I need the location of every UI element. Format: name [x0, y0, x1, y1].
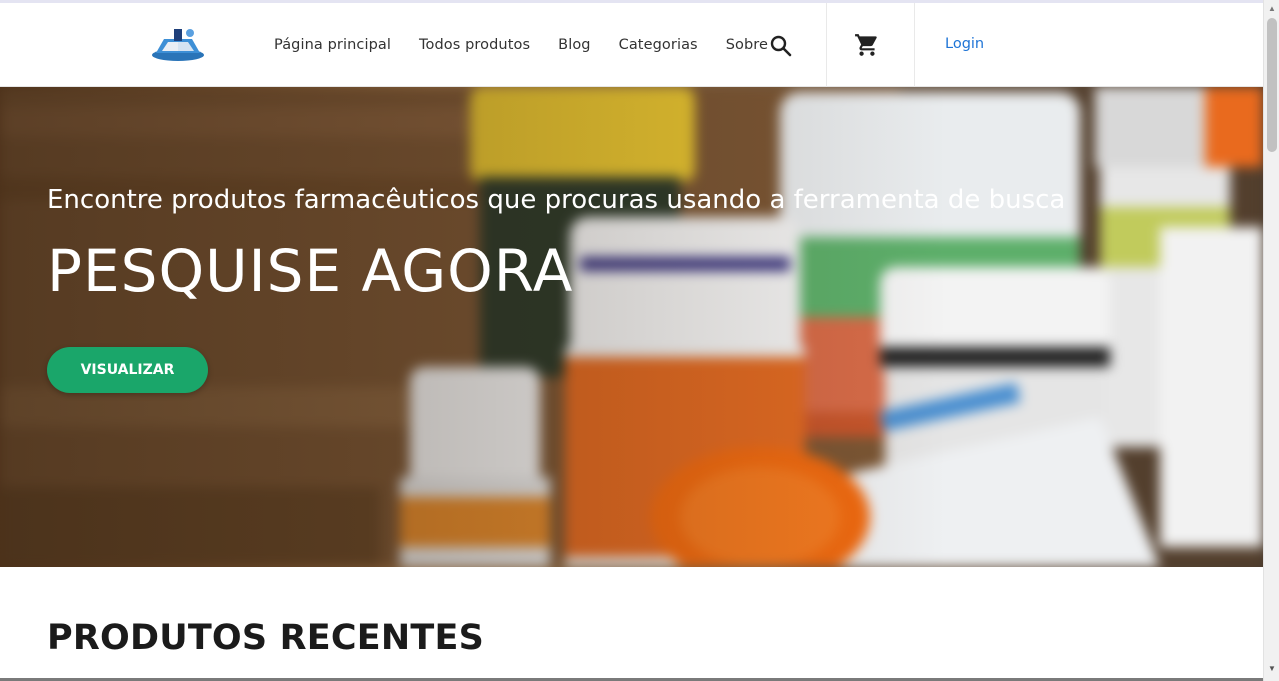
hero-overlay	[0, 87, 1263, 567]
hero-title: PESQUISE AGORA	[47, 237, 574, 305]
cart-button[interactable]	[854, 32, 880, 58]
scroll-down-arrow-icon[interactable]: ▼	[1264, 664, 1279, 676]
vertical-scrollbar[interactable]: ▲ ▼	[1263, 0, 1279, 681]
main-nav: Página principal Todos produtos Blog Cat…	[274, 3, 768, 87]
cart-icon	[855, 34, 877, 56]
header-divider	[914, 3, 915, 87]
search-button[interactable]	[768, 33, 794, 59]
site-logo[interactable]	[150, 25, 206, 63]
login-link[interactable]: Login	[945, 36, 984, 52]
scroll-up-arrow-icon[interactable]: ▲	[1264, 4, 1279, 16]
recent-products-title: PRODUTOS RECENTES	[47, 618, 484, 658]
logo	[152, 29, 204, 61]
scrollbar-thumb[interactable]	[1267, 18, 1277, 152]
site-header: Página principal Todos produtos Blog Cat…	[0, 3, 1263, 87]
nav-home[interactable]: Página principal	[274, 37, 391, 53]
search-icon	[770, 35, 792, 57]
nav-blog[interactable]: Blog	[558, 37, 590, 53]
header-divider	[826, 3, 827, 87]
visualize-button[interactable]: VISUALIZAR	[47, 347, 208, 393]
hero-banner: Encontre produtos farmacêuticos que proc…	[0, 87, 1263, 567]
nav-all-products[interactable]: Todos produtos	[419, 37, 530, 53]
nav-categories[interactable]: Categorias	[619, 37, 698, 53]
nav-about[interactable]: Sobre	[726, 37, 768, 53]
hero-subtitle: Encontre produtos farmacêuticos que proc…	[47, 185, 1066, 215]
